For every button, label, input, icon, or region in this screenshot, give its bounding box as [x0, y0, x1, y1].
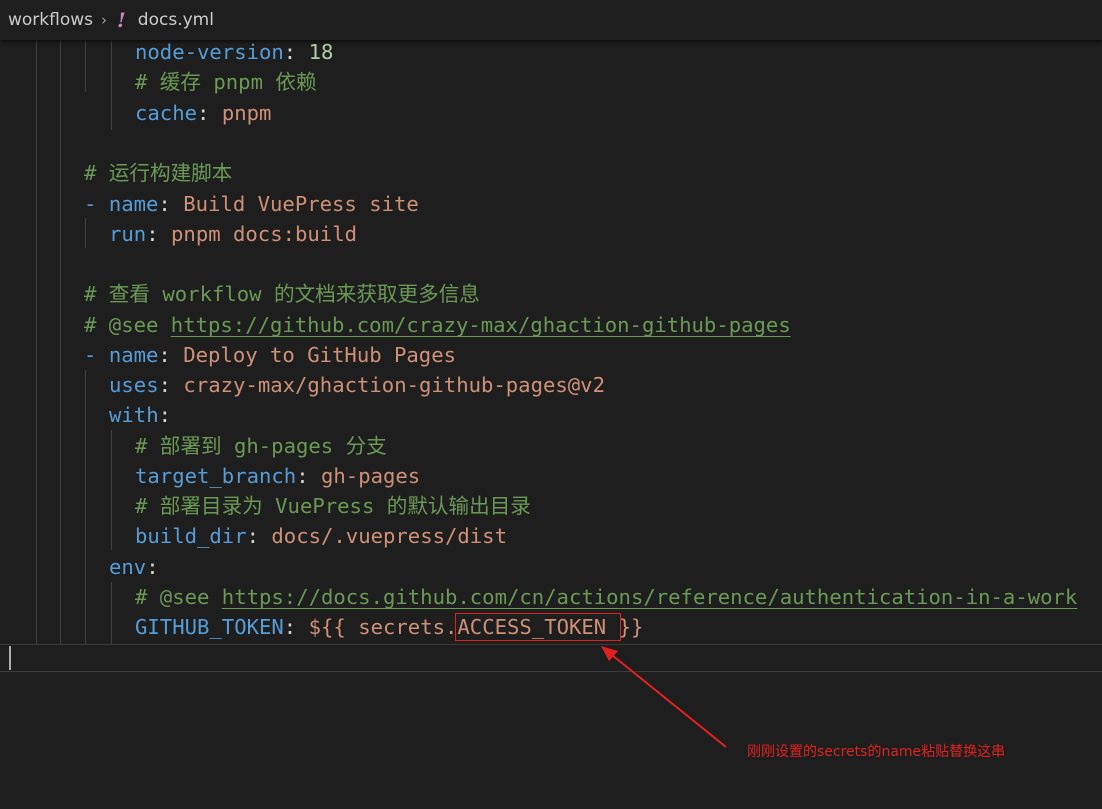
comment-link[interactable]: https://github.com/crazy-max/ghaction-gi…	[171, 313, 791, 337]
colon: :	[158, 343, 184, 367]
yaml-comment: # 查看 workflow 的文档来获取更多信息	[84, 282, 480, 306]
yaml-key: target_branch	[135, 464, 297, 488]
yaml-key: GITHUB_TOKEN	[135, 615, 284, 639]
code-line: # 缓存 pnpm 依赖	[135, 67, 317, 97]
code-line: # 运行构建脚本	[84, 158, 232, 188]
colon: :	[146, 555, 159, 579]
yaml-string: pnpm	[221, 101, 272, 125]
code-line: GITHUB_TOKEN: ${{ secrets.ACCESS_TOKEN }…	[135, 612, 643, 642]
yaml-number: 18	[308, 40, 334, 64]
yaml-key: uses	[109, 373, 159, 397]
colon: :	[246, 524, 272, 548]
colon: :	[283, 40, 309, 64]
code-line: # @see https://github.com/crazy-max/ghac…	[84, 310, 791, 340]
code-line: target_branch: gh-pages	[135, 461, 420, 491]
code-line: with:	[109, 400, 171, 430]
comment-link[interactable]: https://docs.github.com/cn/actions/refer…	[222, 585, 1078, 609]
code-line: uses: crazy-max/ghaction-github-pages@v2	[109, 370, 605, 400]
yaml-string: docs/.vuepress/dist	[271, 524, 507, 548]
indent-guide	[60, 40, 61, 644]
indent-guide	[36, 40, 37, 644]
yaml-key: env	[109, 555, 147, 579]
code-line: run: pnpm docs:build	[109, 219, 357, 249]
colon: :	[158, 373, 184, 397]
colon: :	[283, 615, 309, 639]
yaml-key: run	[109, 222, 147, 246]
code-line: node-version: 18	[135, 40, 333, 67]
breadcrumb-folder-workflows[interactable]: workflows	[8, 10, 93, 30]
indent-guide	[111, 582, 112, 644]
yaml-string: gh-pages	[321, 464, 421, 488]
yaml-expression-close: }}	[618, 615, 644, 639]
indent-guide	[85, 218, 86, 248]
indent-guide	[85, 370, 86, 644]
code-line: # 部署到 gh-pages 分支	[135, 431, 387, 461]
yaml-comment: # @see	[84, 313, 171, 337]
yaml-string: Build VuePress site	[183, 192, 419, 216]
code-line: build_dir: docs/.vuepress/dist	[135, 521, 507, 551]
current-line-highlight	[0, 644, 1102, 672]
yaml-key: node-version	[135, 40, 284, 64]
indent-guide	[85, 40, 86, 92]
text-cursor	[9, 646, 11, 670]
breadcrumb-file-docs-yml[interactable]: docs.yml	[138, 10, 214, 30]
code-line: - name: Build VuePress site	[84, 189, 419, 219]
code-line: env:	[109, 552, 159, 582]
code-line: # 查看 workflow 的文档来获取更多信息	[84, 279, 480, 309]
yaml-comment: # 运行构建脚本	[84, 161, 233, 185]
code-line: # 部署目录为 VuePress 的默认输出目录	[135, 491, 531, 521]
colon: :	[296, 464, 321, 488]
yaml-comment: # 部署目录为 VuePress 的默认输出目录	[135, 494, 531, 518]
indent-guide	[111, 40, 112, 130]
yaml-key: name	[108, 343, 159, 367]
colon: :	[158, 192, 184, 216]
list-dash: -	[84, 343, 109, 367]
yaml-key: with	[109, 403, 159, 427]
code-editor[interactable]: node-version: 18 # 缓存 pnpm 依赖 cache: pnp…	[0, 40, 1102, 809]
yaml-string: pnpm docs:build	[171, 222, 357, 246]
yaml-file-icon: !	[117, 8, 126, 32]
yaml-key: build_dir	[135, 524, 247, 548]
colon: :	[158, 403, 172, 427]
highlighted-access-token: ACCESS_TOKEN	[455, 613, 621, 641]
yaml-key: cache	[135, 101, 197, 125]
code-line: - name: Deploy to GitHub Pages	[84, 340, 456, 370]
breadcrumb: workflows › ! docs.yml	[0, 0, 1102, 40]
yaml-comment: # 缓存 pnpm 依赖	[135, 70, 317, 94]
yaml-string: crazy-max/ghaction-github-pages@v2	[183, 373, 605, 397]
code-line: # @see https://docs.github.com/cn/action…	[135, 582, 1077, 612]
yaml-key: name	[108, 192, 159, 216]
indent-guide	[111, 430, 112, 550]
annotation-label: 刚刚设置的secrets的name粘贴替换这串	[747, 744, 1006, 760]
colon: :	[197, 101, 222, 125]
colon: :	[146, 222, 172, 246]
yaml-comment: # 部署到 gh-pages 分支	[135, 434, 387, 458]
chevron-right-icon: ›	[101, 11, 108, 29]
yaml-comment: # @see	[135, 585, 222, 609]
yaml-string: Deploy to GitHub Pages	[183, 343, 457, 367]
code-line: cache: pnpm	[135, 98, 271, 128]
list-dash: -	[84, 192, 109, 216]
yaml-expression-open: ${{ secrets.	[308, 615, 458, 639]
